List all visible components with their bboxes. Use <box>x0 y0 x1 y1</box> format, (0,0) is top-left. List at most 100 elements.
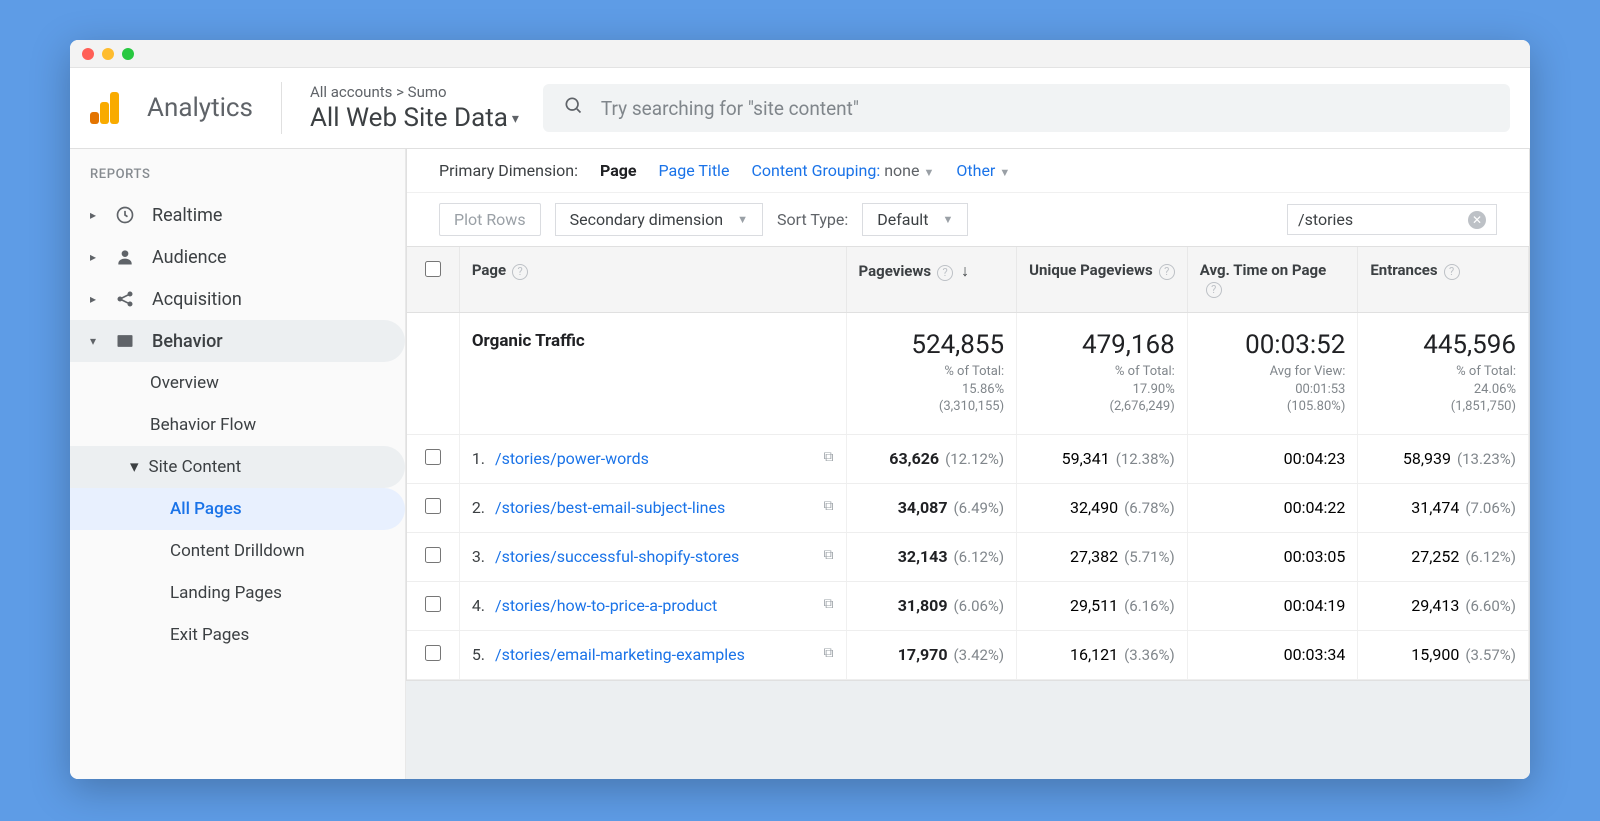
sidebar-item-label: Behavior <box>152 331 223 352</box>
summary-row: Organic Traffic 524,855% of Total:15.86%… <box>407 312 1529 434</box>
chevron-down-icon: ▾ <box>88 334 98 348</box>
filter-value: /stories <box>1298 210 1353 229</box>
pageviews-pct: (3.42%) <box>954 646 1005 664</box>
window-zoom-button[interactable] <box>122 48 134 60</box>
unique-value: 59,341 <box>1062 449 1110 468</box>
help-icon[interactable]: ? <box>937 265 953 281</box>
chevron-right-icon: ▸ <box>88 292 98 306</box>
page-path-link[interactable]: /stories/successful-shopify-stores <box>495 547 739 566</box>
sidebar-sub-all-pages[interactable]: All Pages <box>70 488 405 530</box>
window-close-button[interactable] <box>82 48 94 60</box>
unique-pct: (6.16%) <box>1124 597 1175 615</box>
table-row: 5. /stories/email-marketing-examples⧉17,… <box>407 630 1529 679</box>
table-toolbar: Plot Rows Secondary dimension▼ Sort Type… <box>407 193 1529 247</box>
account-selector[interactable]: All accounts > Sumo All Web Site Data▾ <box>310 83 519 133</box>
sidebar-sub-content-drilldown[interactable]: Content Drilldown <box>70 530 405 572</box>
report-table: Page? Pageviews?↓ Unique Pageviews? Avg.… <box>407 247 1529 680</box>
unique-pct: (5.71%) <box>1124 548 1175 566</box>
help-icon[interactable]: ? <box>1444 264 1460 280</box>
external-link-icon[interactable]: ⧉ <box>824 498 834 514</box>
row-checkbox[interactable] <box>425 498 441 514</box>
clock-icon <box>114 204 136 226</box>
select-all-checkbox[interactable] <box>425 261 441 277</box>
summary-avg-time: 00:03:52 <box>1200 331 1346 360</box>
sidebar-item-acquisition[interactable]: ▸ Acquisition <box>70 278 405 320</box>
help-icon[interactable]: ? <box>1159 264 1175 280</box>
row-number: 5. <box>472 645 487 664</box>
sidebar-item-audience[interactable]: ▸ Audience <box>70 236 405 278</box>
sort-type-label: Sort Type: <box>777 210 848 229</box>
pageviews-value: 63,626 <box>889 449 939 468</box>
row-checkbox[interactable] <box>425 449 441 465</box>
search-input[interactable] <box>601 97 1490 120</box>
clear-filter-icon[interactable]: ✕ <box>1468 211 1486 229</box>
primary-dimension-selected[interactable]: Page <box>600 161 637 180</box>
vertical-divider <box>281 82 282 134</box>
external-link-icon[interactable]: ⧉ <box>824 449 834 465</box>
pageviews-value: 34,087 <box>898 498 948 517</box>
segment-name: Organic Traffic <box>472 331 834 351</box>
search-icon <box>563 95 583 121</box>
entrances-pct: (6.60%) <box>1465 597 1516 615</box>
window-icon <box>114 330 136 352</box>
primary-dimension-label: Primary Dimension: <box>439 161 578 180</box>
plot-rows-button[interactable]: Plot Rows <box>439 203 541 236</box>
report-panel: Primary Dimension: Page Page Title Conte… <box>406 149 1530 681</box>
unique-value: 27,382 <box>1070 547 1118 566</box>
page-path-link[interactable]: /stories/email-marketing-examples <box>495 645 745 664</box>
sidebar-sub-site-content[interactable]: ▾ Site Content <box>70 446 405 488</box>
row-checkbox[interactable] <box>425 596 441 612</box>
secondary-dimension-dropdown[interactable]: Secondary dimension▼ <box>555 203 763 236</box>
pageviews-value: 31,809 <box>898 596 948 615</box>
window-minimize-button[interactable] <box>102 48 114 60</box>
dimension-page-title[interactable]: Page Title <box>659 161 730 180</box>
external-link-icon[interactable]: ⧉ <box>824 645 834 661</box>
row-number: 2. <box>472 498 487 517</box>
unique-pct: (12.38%) <box>1116 450 1175 468</box>
chevron-right-icon: ▸ <box>88 208 98 222</box>
col-page[interactable]: Page? <box>459 247 846 312</box>
sidebar-item-realtime[interactable]: ▸ Realtime <box>70 194 405 236</box>
row-number: 3. <box>472 547 487 566</box>
pageviews-pct: (6.12%) <box>954 548 1005 566</box>
page-path-link[interactable]: /stories/power-words <box>495 449 649 468</box>
row-number: 4. <box>472 596 487 615</box>
row-checkbox[interactable] <box>425 645 441 661</box>
entrances-value: 31,474 <box>1411 498 1459 517</box>
chevron-down-icon: ▼ <box>999 166 1010 179</box>
unique-pct: (6.78%) <box>1124 499 1175 517</box>
table-row: 1. /stories/power-words⧉63,626(12.12%)59… <box>407 434 1529 483</box>
entrances-pct: (3.57%) <box>1465 646 1516 664</box>
external-link-icon[interactable]: ⧉ <box>824 596 834 612</box>
chevron-right-icon: ▸ <box>88 250 98 264</box>
table-header-row: Page? Pageviews?↓ Unique Pageviews? Avg.… <box>407 247 1529 312</box>
summary-unique: 479,168 <box>1029 331 1175 360</box>
avg-time-value: 00:04:23 <box>1284 449 1346 468</box>
search-bar[interactable] <box>543 84 1510 132</box>
pageviews-value: 32,143 <box>898 547 948 566</box>
external-link-icon[interactable]: ⧉ <box>824 547 834 563</box>
sidebar-sub-exit-pages[interactable]: Exit Pages <box>70 614 405 656</box>
sort-desc-icon: ↓ <box>961 261 969 280</box>
row-checkbox[interactable] <box>425 547 441 563</box>
sidebar-sub-landing-pages[interactable]: Landing Pages <box>70 572 405 614</box>
page-path-link[interactable]: /stories/how-to-price-a-product <box>495 596 717 615</box>
sidebar-sub-behavior-flow[interactable]: Behavior Flow <box>70 404 405 446</box>
col-entrances[interactable]: Entrances? <box>1358 247 1529 312</box>
col-unique-pageviews[interactable]: Unique Pageviews? <box>1017 247 1188 312</box>
dimension-other[interactable]: Other▼ <box>956 161 1010 180</box>
content-grouping[interactable]: Content Grouping: none▼ <box>751 161 934 180</box>
entrances-value: 58,939 <box>1403 449 1451 468</box>
sort-type-dropdown[interactable]: Default▼ <box>862 203 968 236</box>
table-row: 4. /stories/how-to-price-a-product ⧉ 31,80… <box>407 581 1529 630</box>
pageviews-pct: (6.49%) <box>954 499 1005 517</box>
sidebar-sub-overview[interactable]: Overview <box>70 362 405 404</box>
sidebar-item-behavior[interactable]: ▾ Behavior <box>70 320 405 362</box>
col-pageviews[interactable]: Pageviews?↓ <box>846 247 1017 312</box>
entrances-value: 27,252 <box>1411 547 1459 566</box>
help-icon[interactable]: ? <box>512 264 528 280</box>
help-icon[interactable]: ? <box>1206 282 1222 298</box>
col-avg-time[interactable]: Avg. Time on Page? <box>1187 247 1358 312</box>
table-filter-input[interactable]: /stories ✕ <box>1287 204 1497 235</box>
page-path-link[interactable]: /stories/best-email-subject-lines <box>495 498 725 517</box>
